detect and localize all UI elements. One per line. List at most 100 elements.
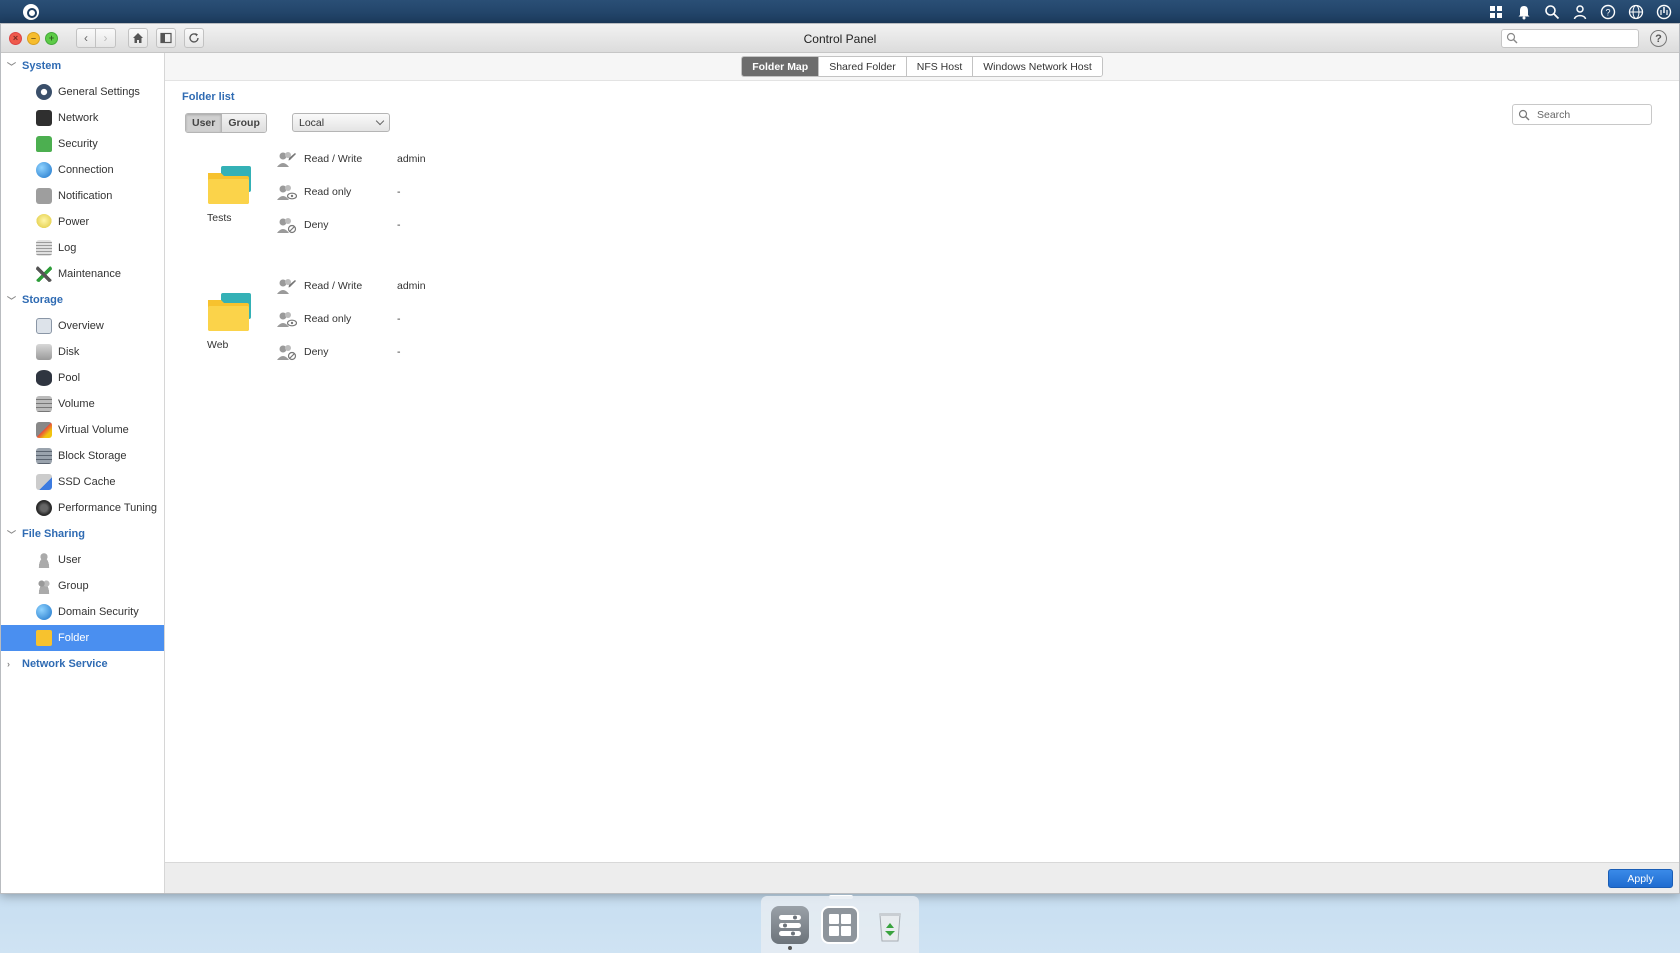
chevron-right-icon: ›	[103, 31, 108, 45]
window-title: Control Panel	[803, 32, 877, 46]
permission-value: -	[397, 219, 401, 231]
sidebar-item-notification[interactable]: Notification	[1, 183, 164, 209]
user-group-toggle: User Group	[185, 113, 267, 133]
main-content: Folder Map Shared Folder NFS Host Window…	[165, 53, 1679, 833]
search-icon	[1506, 32, 1518, 44]
sidebar-item-security[interactable]: Security	[1, 131, 164, 157]
group-icon	[36, 578, 52, 594]
sidebar-item-ssd-cache[interactable]: SSD Cache	[1, 469, 164, 495]
tab-nfs-host[interactable]: NFS Host	[905, 57, 973, 76]
sidebar-item-folder[interactable]: Folder	[1, 625, 164, 651]
sidebar-item-group[interactable]: Group	[1, 573, 164, 599]
read-only-users-icon	[277, 312, 297, 327]
apply-button[interactable]: Apply	[1608, 869, 1673, 888]
sidebar-item-log[interactable]: Log	[1, 235, 164, 261]
permission-value: admin	[397, 280, 426, 292]
sidebar-item-performance-tuning[interactable]: Performance Tuning	[1, 495, 164, 521]
running-indicator	[788, 945, 792, 950]
folder-icon	[36, 630, 52, 646]
dashboard-icon[interactable]	[1656, 4, 1672, 20]
control-panel-window: × – + ‹ › Control Panel ? ﹀ System Genera…	[0, 23, 1680, 894]
toggle-sidebar-button[interactable]	[156, 28, 176, 48]
gauge-icon	[36, 500, 52, 516]
window-help-button[interactable]: ?	[1650, 30, 1667, 47]
toggle-user-button[interactable]: User	[186, 114, 222, 132]
sidebar-section-system[interactable]: ﹀ System	[1, 53, 164, 79]
dock	[761, 896, 919, 953]
globe-icon[interactable]	[1628, 4, 1644, 20]
window-search-input[interactable]	[1501, 29, 1639, 48]
read-write-users-icon	[277, 279, 296, 294]
refresh-icon	[189, 33, 199, 43]
sidebar-item-connection[interactable]: Connection	[1, 157, 164, 183]
sidebar-item-virtual-volume[interactable]: Virtual Volume	[1, 417, 164, 443]
log-icon	[36, 240, 52, 256]
sidebar-item-overview[interactable]: Overview	[1, 313, 164, 339]
app-center-dock-icon[interactable]	[821, 905, 859, 944]
system-top-bar: ?	[0, 0, 1680, 23]
sidebar-item-user[interactable]: User	[1, 547, 164, 573]
deny-users-icon	[277, 218, 297, 234]
permission-value: admin	[397, 153, 426, 165]
search-icon[interactable]	[1544, 4, 1560, 20]
sidebar-section-storage[interactable]: ﹀ Storage	[1, 287, 164, 313]
folder-icon[interactable]	[207, 292, 253, 332]
permission-row: Deny -	[275, 341, 401, 363]
tools-icon	[36, 266, 52, 282]
sidebar-item-volume[interactable]: Volume	[1, 391, 164, 417]
tab-windows-network-host[interactable]: Windows Network Host	[972, 57, 1102, 76]
folder-search-input[interactable]	[1537, 108, 1637, 121]
chevron-right-icon: ›	[7, 659, 10, 669]
forward-button[interactable]: ›	[96, 28, 116, 48]
volume-icon	[36, 396, 52, 412]
recycle-bin-dock-icon[interactable]	[871, 906, 909, 944]
gear-icon	[36, 84, 52, 100]
folder-name: Tests	[207, 212, 232, 224]
read-write-users-icon	[277, 152, 296, 167]
refresh-button[interactable]	[184, 28, 204, 48]
tab-folder-map[interactable]: Folder Map	[742, 57, 819, 76]
network-card-icon	[36, 110, 52, 126]
sidebar-item-block-storage[interactable]: Block Storage	[1, 443, 164, 469]
chevron-down-icon	[375, 116, 385, 126]
help-icon[interactable]: ?	[1600, 4, 1616, 20]
folder-icon[interactable]	[207, 165, 253, 205]
window-footer: Apply	[165, 862, 1679, 893]
block-storage-icon	[36, 448, 52, 464]
sidebar-item-pool[interactable]: Pool	[1, 365, 164, 391]
back-button[interactable]: ‹	[76, 28, 96, 48]
sidebar-section-network-service[interactable]: › Network Service	[1, 651, 164, 677]
permission-row: Read only -	[275, 181, 401, 203]
user-icon[interactable]	[1572, 4, 1588, 20]
overview-icon	[36, 318, 52, 334]
sidebar-item-maintenance[interactable]: Maintenance	[1, 261, 164, 287]
svg-text:?: ?	[1605, 7, 1610, 17]
close-window-button[interactable]: ×	[9, 31, 22, 45]
user-icon	[36, 552, 52, 568]
sidebar-item-power[interactable]: Power	[1, 209, 164, 235]
chevron-down-icon: ﹀	[7, 61, 17, 72]
folder-item: Web Read / Write admin Read only - Deny …	[185, 279, 585, 390]
scope-select-value: Local	[299, 116, 325, 129]
scope-select[interactable]: Local	[292, 113, 390, 132]
folder-search[interactable]	[1512, 104, 1652, 125]
tab-shared-folder[interactable]: Shared Folder	[818, 57, 906, 76]
maximize-window-button[interactable]: +	[45, 31, 58, 45]
sidebar-section-file-sharing[interactable]: ﹀ File Sharing	[1, 521, 164, 547]
control-panel-dock-icon[interactable]	[771, 905, 809, 950]
home-icon	[133, 33, 143, 43]
sidebar-panel-icon	[160, 32, 172, 44]
toggle-group-button[interactable]: Group	[221, 114, 266, 132]
nas-logo-icon[interactable]	[23, 3, 39, 20]
apps-grid-icon[interactable]	[1488, 4, 1504, 20]
lightbulb-icon	[36, 214, 52, 230]
sidebar-item-general-settings[interactable]: General Settings	[1, 79, 164, 105]
minimize-window-button[interactable]: –	[27, 31, 40, 45]
sidebar-item-disk[interactable]: Disk	[1, 339, 164, 365]
permission-value: -	[397, 186, 401, 198]
lock-icon	[36, 136, 52, 152]
home-button[interactable]	[128, 28, 148, 48]
bell-icon[interactable]	[1516, 4, 1532, 20]
sidebar-item-network[interactable]: Network	[1, 105, 164, 131]
sidebar-item-domain-security[interactable]: Domain Security	[1, 599, 164, 625]
